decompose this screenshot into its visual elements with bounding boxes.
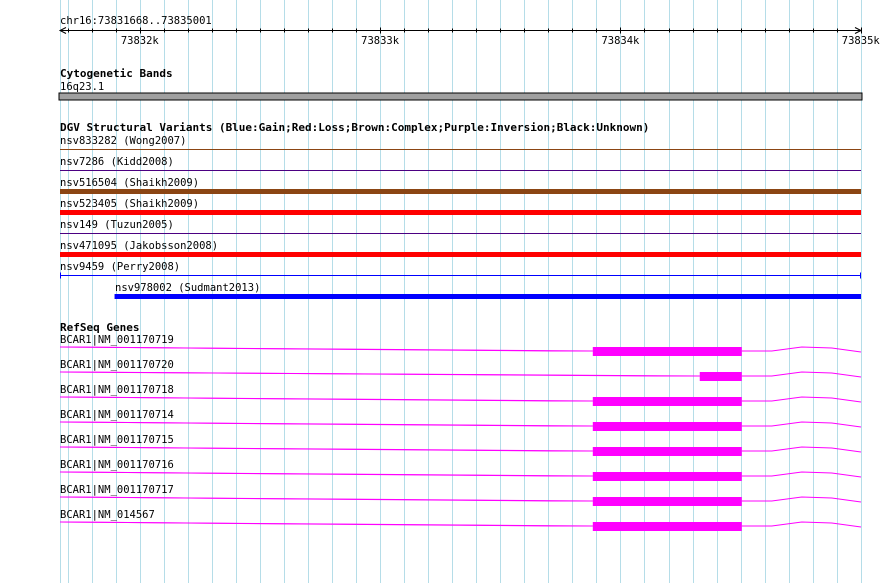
refseq-intron-line (59, 421, 593, 427)
refseq-gene-label: BCAR1|NM_001170719 (60, 334, 174, 346)
refseq-intron-line (59, 521, 593, 527)
refseq-exon-block[interactable] (592, 447, 742, 456)
dgv-feature-label: nsv833282 (Wong2007) (60, 135, 187, 147)
ruler-tick-label: 73834k (601, 35, 640, 47)
refseq-intron-line (59, 346, 593, 352)
location-label: chr16:73831668..73835001 (60, 15, 212, 27)
refseq-intron-line (59, 371, 700, 377)
refseq-gene-label: BCAR1|NM_001170716 (60, 459, 174, 471)
dgv-track-title: DGV Structural Variants (Blue:Gain;Red:L… (60, 121, 650, 134)
refseq-exon-block[interactable] (699, 372, 742, 381)
dgv-feature-label: nsv471095 (Jakobsson2008) (60, 240, 219, 252)
refseq-exon-block[interactable] (592, 472, 742, 481)
ruler-tick-label: 73832k (120, 35, 159, 47)
refseq-intron-line (59, 496, 593, 502)
dgv-variant-bar[interactable] (114, 294, 861, 299)
dgv-feature-label: nsv978002 (Sudmant2013) (115, 282, 261, 294)
refseq-gene-label: BCAR1|NM_001170715 (60, 434, 174, 446)
dgv-feature-label: nsv149 (Tuzun2005) (60, 219, 174, 231)
dgv-variant-bar[interactable] (60, 252, 861, 257)
refseq-gene-label: BCAR1|NM_001170714 (60, 409, 174, 421)
dgv-feature-label: nsv523405 (Shaikh2009) (60, 198, 200, 210)
cytoband-track-title: Cytogenetic Bands (60, 67, 173, 80)
refseq-exon-block[interactable] (592, 422, 742, 431)
dgv-feature-label: nsv516504 (Shaikh2009) (60, 177, 200, 189)
refseq-exon-block[interactable] (592, 347, 742, 356)
refseq-track-title: RefSeq Genes (60, 321, 140, 334)
dgv-feature-label: nsv9459 (Perry2008) (60, 261, 181, 273)
ruler-tick-label: 73833k (361, 35, 400, 47)
ruler-tick-label: 73835k (841, 35, 880, 47)
cytoband-name[interactable]: 16q23.1 (60, 81, 104, 93)
dgv-feature-label: nsv7286 (Kidd2008) (60, 156, 174, 168)
dgv-variant-bar[interactable] (60, 210, 861, 215)
refseq-exon-block[interactable] (592, 497, 742, 506)
refseq-gene-label: BCAR1|NM_001170717 (60, 484, 174, 496)
cytoband-bar[interactable] (58, 92, 863, 101)
refseq-gene-label: BCAR1|NM_014567 (60, 509, 155, 521)
refseq-exon-block[interactable] (592, 397, 742, 406)
dgv-variant-bar[interactable] (60, 189, 861, 194)
refseq-intron-line (59, 396, 593, 402)
refseq-intron-line (59, 471, 593, 477)
refseq-gene-label: BCAR1|NM_001170720 (60, 359, 174, 371)
refseq-exon-block[interactable] (592, 522, 742, 531)
genome-browser-view: chr16:73831668..73835001 Cytogenetic Ban… (0, 0, 890, 583)
refseq-intron-line (59, 446, 593, 452)
refseq-gene-label: BCAR1|NM_001170718 (60, 384, 174, 396)
